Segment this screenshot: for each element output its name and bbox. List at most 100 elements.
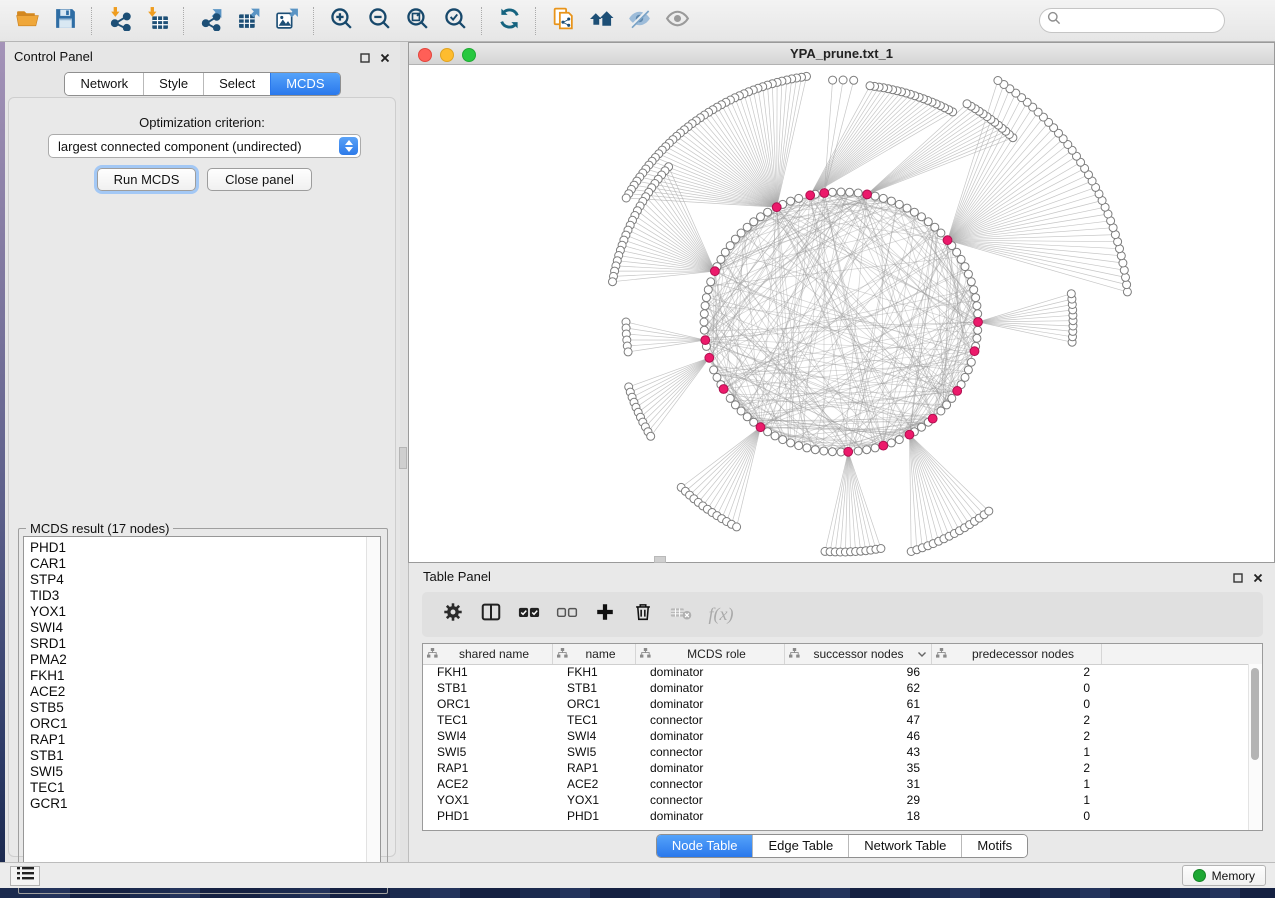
mcds-result-item[interactable]: SWI5 — [30, 764, 364, 780]
task-history-button[interactable] — [10, 866, 40, 886]
search-input[interactable] — [1039, 8, 1225, 33]
table-row[interactable]: RAP1RAP1dominator352 — [423, 760, 1249, 776]
mcds-result-item[interactable]: SWI4 — [30, 620, 364, 636]
mcds-result-item[interactable]: PHD1 — [30, 540, 364, 556]
table-row[interactable]: SWI5SWI5connector431 — [423, 744, 1249, 760]
delete-column-button[interactable] — [624, 597, 662, 633]
close-panel-icon[interactable] — [380, 50, 390, 68]
mcds-result-item[interactable]: TID3 — [30, 588, 364, 604]
mcds-result-list[interactable]: PHD1CAR1STP4TID3YOX1SWI4SRD1PMA2FKH1ACE2… — [23, 536, 381, 887]
first-neighbors-button[interactable] — [582, 4, 620, 38]
delete-table-button[interactable] — [662, 597, 700, 633]
mcds-result-item[interactable]: YOX1 — [30, 604, 364, 620]
vertical-splitter-handle[interactable] — [399, 447, 407, 469]
table-row[interactable]: YOX1YOX1connector291 — [423, 792, 1249, 808]
zoom-in-button[interactable] — [322, 4, 360, 38]
select-all-button[interactable] — [510, 597, 548, 633]
table-cell: 61 — [785, 697, 932, 711]
fx-icon: f(x) — [705, 604, 734, 625]
tab-select[interactable]: Select — [203, 73, 270, 95]
open-file-button[interactable] — [8, 4, 46, 38]
import-table-button[interactable] — [138, 4, 176, 38]
export-image-button[interactable] — [268, 4, 306, 38]
float-window-icon[interactable] — [360, 50, 370, 68]
mcds-result-item[interactable]: SRD1 — [30, 636, 364, 652]
table-cell: RAP1 — [553, 761, 636, 775]
zoom-fit-button[interactable] — [398, 4, 436, 38]
control-panel-title: Control Panel — [14, 49, 93, 64]
table-row[interactable]: FKH1FKH1dominator962 — [423, 664, 1249, 680]
sort-menu-icon[interactable] — [917, 645, 927, 663]
mcds-result-item[interactable]: STB1 — [30, 748, 364, 764]
function-builder-button[interactable]: f(x) — [700, 597, 738, 633]
toolbar-separator — [313, 7, 315, 35]
tab-style[interactable]: Style — [143, 73, 203, 95]
network-canvas[interactable] — [409, 65, 1274, 562]
control-panel-tabbar: Network Style Select MCDS — [5, 72, 400, 96]
criterion-select[interactable]: largest connected component (undirected) — [48, 134, 361, 158]
mcds-result-item[interactable]: ORC1 — [30, 716, 364, 732]
tab-network[interactable]: Network — [65, 73, 143, 95]
split-panel-button[interactable] — [472, 597, 510, 633]
tab-node-table[interactable]: Node Table — [657, 835, 753, 857]
table-row[interactable]: STB1STB1dominator620 — [423, 680, 1249, 696]
close-panel-icon[interactable] — [1253, 570, 1263, 588]
tab-edge-table[interactable]: Edge Table — [752, 835, 848, 857]
table-row[interactable]: ORC1ORC1dominator610 — [423, 696, 1249, 712]
memory-button[interactable]: Memory — [1182, 865, 1266, 886]
column-header-MCDS-role[interactable]: MCDS role — [636, 644, 785, 664]
mcds-result-item[interactable]: PMA2 — [30, 652, 364, 668]
table-scrollbar[interactable] — [1248, 664, 1262, 830]
network-graph[interactable] — [409, 65, 1274, 562]
save-session-button[interactable] — [46, 4, 84, 38]
table-row[interactable]: ACE2ACE2connector311 — [423, 776, 1249, 792]
horizontal-splitter-handle[interactable] — [654, 556, 666, 563]
clone-network-button[interactable] — [544, 4, 582, 38]
mcds-result-scrollbar[interactable] — [366, 537, 380, 886]
hide-selected-button[interactable] — [620, 4, 658, 38]
export-network-button[interactable] — [192, 4, 230, 38]
export-table-button[interactable] — [230, 4, 268, 38]
refresh-view-button[interactable] — [490, 4, 528, 38]
zoom-selected-button[interactable] — [436, 4, 474, 38]
mcds-result-item[interactable]: TEC1 — [30, 780, 364, 796]
tab-motifs[interactable]: Motifs — [961, 835, 1027, 857]
table-cell: 18 — [785, 809, 932, 823]
float-window-icon[interactable] — [1233, 570, 1243, 588]
mcds-result-item[interactable]: STB5 — [30, 700, 364, 716]
run-mcds-button[interactable]: Run MCDS — [97, 168, 196, 191]
table-scrollbar-thumb[interactable] — [1251, 668, 1259, 760]
mcds-result-item[interactable]: RAP1 — [30, 732, 364, 748]
column-header-predecessor-nodes[interactable]: predecessor nodes — [932, 644, 1102, 664]
mcds-result-item[interactable]: FKH1 — [30, 668, 364, 684]
tab-network-table[interactable]: Network Table — [848, 835, 961, 857]
app-window: Control Panel Network Style Select MCDS … — [0, 0, 1275, 898]
table-cell: ACE2 — [553, 777, 636, 791]
table-row[interactable]: TEC1TEC1connector472 — [423, 712, 1249, 728]
column-header-name[interactable]: name — [553, 644, 636, 664]
table-row[interactable]: SWI4SWI4dominator462 — [423, 728, 1249, 744]
zoom-out-button[interactable] — [360, 4, 398, 38]
mcds-result-item[interactable]: CAR1 — [30, 556, 364, 572]
show-all-button[interactable] — [658, 4, 696, 38]
mcds-result-item[interactable]: GCR1 — [30, 796, 364, 812]
table-cell: SWI4 — [423, 729, 553, 743]
column-header-shared-name[interactable]: shared name — [423, 644, 553, 664]
mcds-result-item[interactable]: ACE2 — [30, 684, 364, 700]
unchecked-boxes-icon — [555, 601, 579, 628]
table-cell: RAP1 — [423, 761, 553, 775]
close-panel-button[interactable]: Close panel — [207, 168, 312, 191]
table-row[interactable]: PHD1PHD1dominator180 — [423, 808, 1249, 824]
table-cell: PHD1 — [423, 809, 553, 823]
column-settings-button[interactable] — [434, 597, 472, 633]
refresh-icon — [497, 6, 522, 36]
floppy-disk-icon — [53, 6, 78, 36]
add-column-button[interactable] — [586, 597, 624, 633]
memory-label: Memory — [1212, 869, 1255, 883]
mcds-result-item[interactable]: STP4 — [30, 572, 364, 588]
network-window-titlebar[interactable]: YPA_prune.txt_1 — [409, 43, 1274, 65]
column-header-successor-nodes[interactable]: successor nodes — [785, 644, 932, 664]
deselect-all-button[interactable] — [548, 597, 586, 633]
import-network-button[interactable] — [100, 4, 138, 38]
tab-mcds[interactable]: MCDS — [270, 73, 339, 95]
